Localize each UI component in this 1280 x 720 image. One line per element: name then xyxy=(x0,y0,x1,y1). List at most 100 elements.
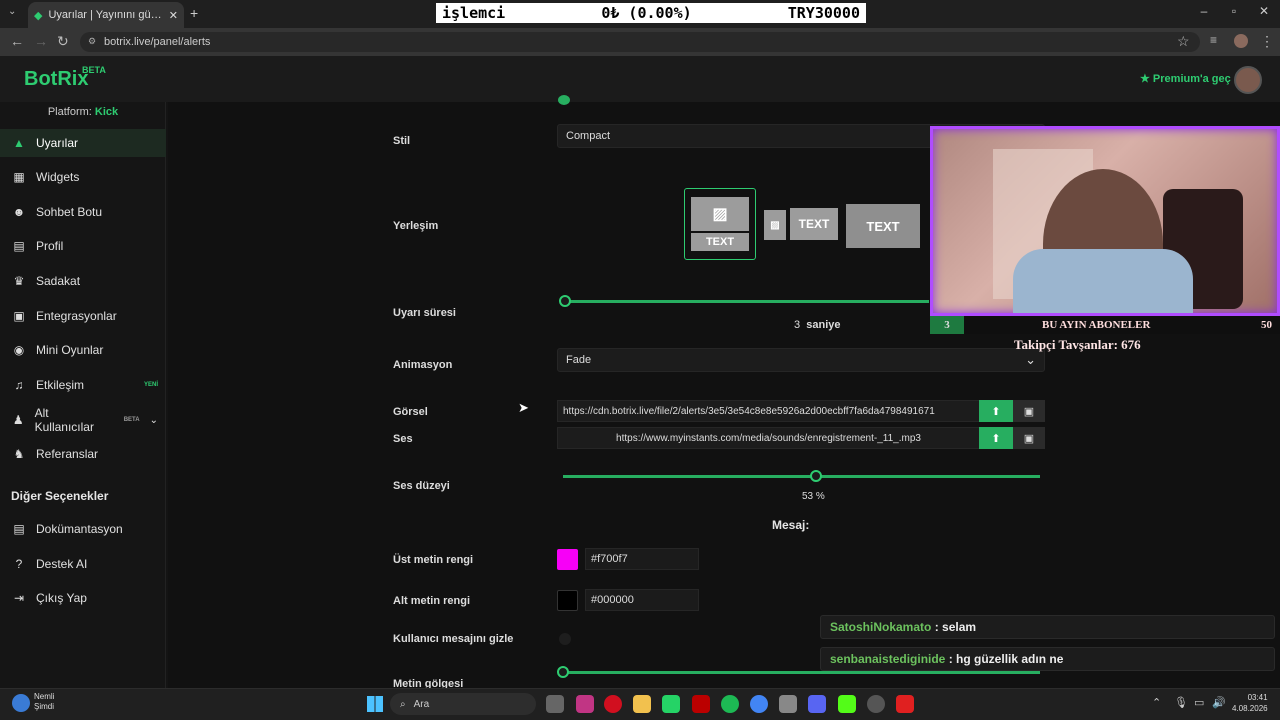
botrix-logo[interactable]: BotRix xyxy=(24,68,88,91)
chevron-down-icon[interactable]: ⌄ xyxy=(150,415,158,426)
sure-slider-handle[interactable] xyxy=(559,295,571,307)
new-tab-icon[interactable]: + xyxy=(190,5,198,21)
reading-list-icon[interactable]: ≡ xyxy=(1210,33,1217,47)
maximize-icon[interactable]: ▫ xyxy=(1224,4,1244,18)
browser-menu-icon[interactable]: ⋮ xyxy=(1260,33,1274,50)
app-icon[interactable] xyxy=(779,695,797,713)
sidebar-item-sohbet-botu[interactable]: ☻ Sohbet Botu xyxy=(0,198,166,226)
sidebar-item-cikis-yap[interactable]: ⇥ Çıkış Yap xyxy=(0,584,166,612)
sidebar-item-profil[interactable]: ▤ Profil xyxy=(0,232,166,260)
ust-renk-swatch[interactable] xyxy=(557,549,578,570)
app-icon[interactable] xyxy=(692,695,710,713)
clock-time: 03:41 xyxy=(1247,693,1268,702)
sidebar-item-label: Dokümantasyon xyxy=(36,522,123,536)
logo-beta-badge: BETA xyxy=(82,65,106,75)
layout-option-side[interactable]: ▨ TEXT xyxy=(764,206,840,242)
app-icon[interactable] xyxy=(896,695,914,713)
browser-tab[interactable]: ◆ Uyarılar | Yayınını güçlendirmek ✕ xyxy=(28,2,184,28)
ticker-value: TRY30000 xyxy=(787,4,860,22)
sidebar-item-dokumantasyon[interactable]: ▤ Dokümantasyon xyxy=(0,515,166,543)
gorsel-gallery-button[interactable]: ▣ xyxy=(1013,400,1045,422)
alt-renk-swatch[interactable] xyxy=(557,590,578,611)
tab-search-icon[interactable]: ⌄ xyxy=(8,6,16,17)
volume-icon[interactable]: 🔊 xyxy=(1212,696,1226,709)
sidebar-item-referanslar[interactable]: ♞ Referanslar xyxy=(0,440,166,468)
sidebar-item-mini-oyunlar[interactable]: ◉ Mini Oyunlar xyxy=(0,336,166,364)
layout-option-overlay[interactable]: TEXT xyxy=(846,204,920,248)
stil-label: Stil xyxy=(393,135,411,147)
gizle-toggle[interactable] xyxy=(559,633,571,645)
warning-icon: ▲ xyxy=(13,136,25,150)
whatsapp-icon[interactable] xyxy=(662,695,680,713)
network-icon[interactable]: ▭ xyxy=(1194,696,1204,709)
golge-slider-track[interactable] xyxy=(563,671,1040,674)
windows-start-icon[interactable] xyxy=(367,696,383,712)
ses-url-field[interactable]: https://www.myinstants.com/media/sounds/… xyxy=(557,427,980,449)
trophy-icon: ♛ xyxy=(13,274,25,288)
new-badge: YENİ xyxy=(143,382,158,388)
ses-duzeyi-slider-handle[interactable] xyxy=(809,470,822,482)
sidebar-item-label: Uyarılar xyxy=(36,136,79,150)
forward-icon[interactable]: → xyxy=(34,33,48,49)
sidebar-item-label: Profil xyxy=(36,239,64,253)
animasyon-select[interactable]: Fade ⌄ xyxy=(557,348,1045,372)
address-field[interactable]: ⚙ botrix.live/panel/alerts xyxy=(80,32,1200,52)
app-icon[interactable] xyxy=(867,695,885,713)
instagram-icon[interactable] xyxy=(576,695,594,713)
taskbar-search[interactable]: ⌕ Ara xyxy=(390,693,536,715)
alt-renk-input[interactable]: #000000 xyxy=(585,589,699,611)
tray-chevron-icon[interactable]: ⌃ xyxy=(1152,696,1161,709)
docs-icon: ▤ xyxy=(13,522,25,536)
ust-renk-input[interactable]: #f700f7 xyxy=(585,548,699,570)
sidebar-item-sadakat[interactable]: ♛ Sadakat xyxy=(0,267,166,295)
premium-button[interactable]: ★ Premium'a geç xyxy=(1140,72,1231,85)
top-toggle[interactable] xyxy=(558,95,570,105)
bookmark-star-icon[interactable]: ☆ xyxy=(1177,33,1190,50)
chrome-icon[interactable] xyxy=(750,695,768,713)
user-avatar[interactable] xyxy=(1234,66,1262,94)
sidebar-item-uyarilar[interactable]: ▲ Uyarılar xyxy=(0,129,166,157)
weather-icon[interactable] xyxy=(12,694,30,712)
ses-gallery-button[interactable]: ▣ xyxy=(1013,427,1045,449)
minimize-icon[interactable]: – xyxy=(1194,4,1214,18)
ses-duzeyi-slider-track[interactable] xyxy=(563,475,1040,478)
gorsel-upload-button[interactable]: ⬆ xyxy=(979,400,1013,422)
taskbar-clock[interactable]: 03:41 4.08.2026 xyxy=(1232,692,1268,714)
help-icon: ? xyxy=(15,557,23,571)
spotify-icon[interactable] xyxy=(721,695,739,713)
other-options-heading: Diğer Seçenekler xyxy=(11,489,109,503)
kick-icon[interactable] xyxy=(838,695,856,713)
ses-upload-button[interactable]: ⬆ xyxy=(979,427,1013,449)
sidebar-item-alt-kullanicilar[interactable]: ♟ Alt Kullanıcılar BETA ⌄ xyxy=(0,406,166,434)
sidebar-item-widgets[interactable]: ▦ Widgets xyxy=(0,163,166,191)
gorsel-url-field[interactable]: https://cdn.botrix.live/file/2/alerts/3e… xyxy=(557,400,980,422)
reload-icon[interactable]: ↻ xyxy=(57,33,69,50)
image-placeholder-icon: ▨ xyxy=(764,210,786,240)
ticker-change: 0₺ (0.00%) xyxy=(601,4,692,22)
webcam-shirt xyxy=(1013,249,1193,313)
sidebar-item-label: Sohbet Botu xyxy=(36,205,103,219)
subscriber-goal-bar: 3 BU AYIN ABONELER 50 xyxy=(930,316,1280,334)
close-tab-icon[interactable]: ✕ xyxy=(169,9,178,22)
sidebar-item-etkilesim[interactable]: ♫ Etkileşim YENİ xyxy=(0,371,166,399)
logout-icon: ⇥ xyxy=(13,591,25,605)
microphone-icon[interactable]: 🎙 xyxy=(1174,696,1188,709)
opera-icon[interactable] xyxy=(604,695,622,713)
sidebar-item-entegrasyonlar[interactable]: ▣ Entegrasyonlar xyxy=(0,302,166,330)
alt-renk-label: Alt metin rengi xyxy=(393,595,471,607)
golge-slider-handle[interactable] xyxy=(557,666,569,678)
sure-slider-track[interactable] xyxy=(565,300,929,303)
discord-icon[interactable] xyxy=(808,695,826,713)
layout-option-stacked[interactable]: ▨ TEXT xyxy=(684,188,756,260)
back-icon[interactable]: ← xyxy=(10,33,24,49)
profile-avatar-icon[interactable] xyxy=(1234,34,1248,48)
sidebar-item-destek-ai[interactable]: ? Destek AI xyxy=(0,550,166,578)
weather-widget[interactable]: Nemli Şimdi xyxy=(34,692,54,712)
close-window-icon[interactable]: ✕ xyxy=(1254,4,1274,18)
star-icon: ★ xyxy=(1140,73,1153,85)
gorsel-label: Görsel xyxy=(393,406,428,418)
music-icon: ♫ xyxy=(14,378,24,392)
site-info-icon[interactable]: ⚙ xyxy=(88,36,96,47)
task-view-icon[interactable] xyxy=(546,695,564,713)
file-explorer-icon[interactable] xyxy=(633,695,651,713)
